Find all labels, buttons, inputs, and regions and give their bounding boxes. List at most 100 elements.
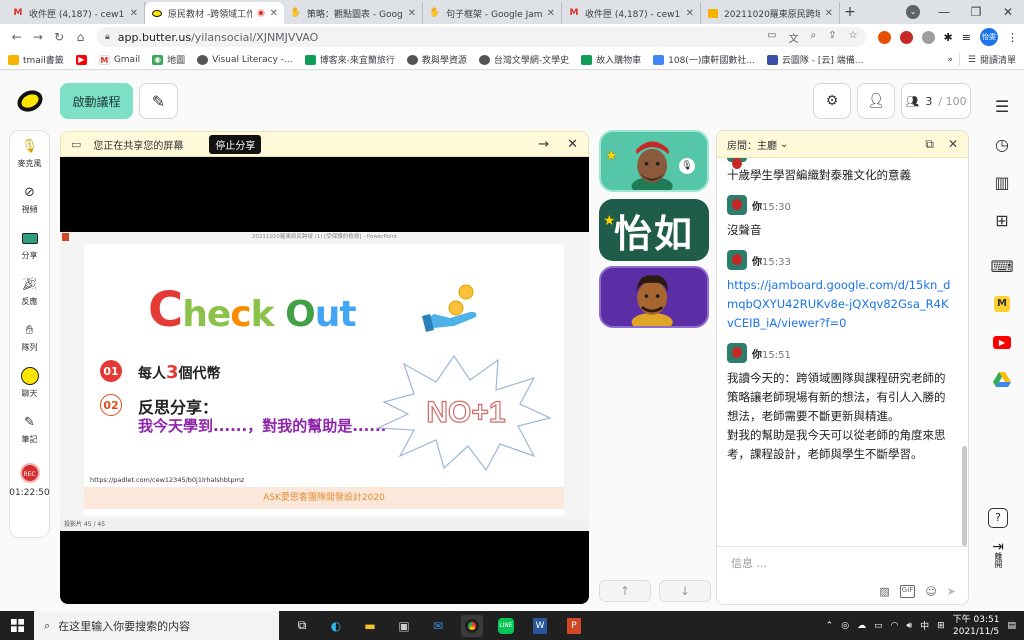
video-button[interactable]: ⊘ 視頻 <box>21 183 39 229</box>
close-icon[interactable]: ✕ <box>567 137 578 152</box>
mail-icon[interactable]: ✉ <box>427 615 449 637</box>
bookmark-item[interactable]: ◉ 地圖 <box>152 53 185 66</box>
room-selector[interactable]: 房間：主廳 <box>727 137 777 152</box>
close-icon[interactable]: ✕ <box>270 8 278 19</box>
bookmark-item[interactable]: M Gmail <box>98 54 140 65</box>
chrome-menu-icon[interactable]: ⋮ <box>1007 31 1018 44</box>
close-icon[interactable]: ✕ <box>130 8 138 19</box>
participant-name-tile[interactable]: ★ 怡如 <box>599 199 709 261</box>
agenda-list-icon[interactable]: ☰ <box>995 87 1009 125</box>
close-icon[interactable]: ✕ <box>825 8 833 19</box>
browser-tab-active[interactable]: 原民教材 -跨領域工作 ✕ <box>145 2 284 24</box>
add-user-icon[interactable]: 👤︎ <box>857 83 895 119</box>
reading-list-icon[interactable]: ≡ <box>962 31 971 44</box>
notifications-icon[interactable]: ▤ <box>1007 621 1016 631</box>
cloud-icon[interactable]: ☁ <box>857 621 866 631</box>
bookmark-item[interactable]: 108(一)康軒國數社... <box>653 53 755 66</box>
close-icon[interactable]: ✕ <box>948 137 958 152</box>
bookmarks-overflow-icon[interactable]: » <box>947 55 953 65</box>
chat-input[interactable]: 信息 ... ▨ GIF ☺ ➤ <box>717 546 968 604</box>
ime-indicator[interactable]: 中 <box>920 619 929 632</box>
bookmark-item[interactable]: 云圖隊 - [云] 端備... <box>766 53 863 66</box>
extension-icon[interactable] <box>899 30 913 44</box>
settings-gear-icon[interactable]: ⚙ <box>813 83 851 119</box>
back-icon[interactable]: ← <box>6 30 27 44</box>
close-window-icon[interactable]: ✕ <box>992 5 1024 19</box>
home-icon[interactable]: ⌂ <box>70 30 91 44</box>
zoom-icon[interactable]: ⌕ <box>811 30 817 45</box>
browser-tab[interactable]: M 收件匣 (4,187) - cew12... ✕ <box>562 2 701 24</box>
bookmark-item[interactable]: 台灣文學網-文學史 <box>478 53 569 66</box>
task-view-icon[interactable]: ⧉ <box>291 615 313 637</box>
bookmark-item[interactable]: tmail書籤 <box>8 53 64 66</box>
bookmark-item[interactable]: 教與學資源 <box>406 53 467 66</box>
close-icon[interactable]: ✕ <box>547 8 555 19</box>
miro-icon[interactable]: M <box>994 285 1010 323</box>
reading-list-button[interactable]: ☰ 閱讀清單 <box>958 53 1016 66</box>
butter-logo-icon[interactable] <box>13 86 47 116</box>
notes-button[interactable]: ✎ 筆記 <box>21 413 39 459</box>
arrow-down-icon[interactable]: ↓ <box>659 580 711 602</box>
gif-icon[interactable]: GIF <box>899 585 916 598</box>
bookmark-item[interactable]: ▶ <box>75 54 87 65</box>
google-drive-icon[interactable] <box>993 361 1011 399</box>
close-icon[interactable]: ✕ <box>686 8 694 19</box>
help-icon[interactable]: ? <box>988 508 1008 528</box>
wifi-icon[interactable]: ◠ <box>891 621 899 631</box>
bookmark-item[interactable]: Visual Literacy -... <box>197 54 293 65</box>
forward-icon[interactable]: → <box>27 30 48 44</box>
edge-icon[interactable]: ◐ <box>325 615 347 637</box>
line-icon[interactable]: LINE <box>495 615 517 637</box>
bookmark-star-icon[interactable]: ☆ <box>849 30 858 45</box>
record-button[interactable]: REC 01:22:50 <box>9 463 50 509</box>
browser-tab[interactable]: 20211020羅東原民跨域 ✕ <box>701 2 840 24</box>
poll-chart-icon[interactable]: ▥ <box>994 163 1009 201</box>
emoji-icon[interactable]: ☺ <box>925 585 936 598</box>
screen-cast-icon[interactable]: ▭ <box>767 30 776 45</box>
chrome-icon[interactable] <box>461 614 483 637</box>
taskbar-search[interactable]: ⌕ 在这里输入你要搜索的内容 <box>34 611 279 640</box>
extension-icon[interactable] <box>921 30 935 44</box>
start-agenda-button[interactable]: 啟動議程 <box>60 83 133 119</box>
address-bar[interactable]: 🔒︎ app.butter.us/yilansocial/XJNMJVVAO ▭… <box>97 27 866 47</box>
word-icon[interactable]: W <box>529 615 551 637</box>
send-icon[interactable]: ➤ <box>947 585 956 598</box>
share-button[interactable]: 分享 <box>21 229 39 275</box>
share-icon[interactable]: ⇪ <box>828 30 836 45</box>
participant-avatar[interactable] <box>599 266 709 328</box>
reaction-button[interactable]: 🎉︎ 反應 <box>21 275 39 321</box>
image-icon[interactable]: ▨ <box>879 585 889 598</box>
file-explorer-icon[interactable]: ▬ <box>359 615 381 637</box>
tray-chevron-icon[interactable]: ⌃ <box>826 621 834 631</box>
translate-icon[interactable]: 文 <box>789 30 799 45</box>
chevron-down-icon[interactable]: ⌄ <box>780 139 788 150</box>
tray-app-icon[interactable]: ◎ <box>841 621 849 631</box>
windows-start-icon[interactable] <box>0 619 34 632</box>
arrow-up-icon[interactable]: ↑ <box>599 580 651 602</box>
system-clock[interactable]: 下午 03:51 2021/11/5 <box>953 614 1000 638</box>
apps-grid-icon[interactable]: ⊞ <box>995 201 1008 239</box>
powerpoint-icon[interactable]: P <box>563 615 585 637</box>
queue-button[interactable]: ✋︎ 隊列 <box>21 321 39 367</box>
bookmark-item[interactable]: 博客來-來宜蘭旅行 <box>304 53 395 66</box>
browser-tab[interactable]: ✋ 句子框架 - Google Jam ✕ <box>423 2 562 24</box>
youtube-icon[interactable]: ▶ <box>993 323 1011 361</box>
bookmark-item[interactable]: 故入購物車 <box>581 53 641 66</box>
battery-icon[interactable]: ▭ <box>874 621 883 631</box>
reload-icon[interactable]: ↻ <box>49 30 70 44</box>
store-icon[interactable]: ▣ <box>393 615 415 637</box>
participant-avatar[interactable]: ★ 🎙︎ <box>599 130 709 192</box>
arrow-right-icon[interactable]: → <box>538 137 549 152</box>
profile-avatar[interactable]: 怡雯 <box>979 28 998 46</box>
padlet-url[interactable]: https://padlet.com/cew12345/b0j1lrhalshb… <box>90 476 244 484</box>
extension-icon[interactable] <box>877 30 891 44</box>
restore-icon[interactable]: ❐ <box>960 5 992 19</box>
edit-pencil-icon[interactable]: ✎ <box>139 83 178 119</box>
whiteboard-icon[interactable]: ⌨ <box>990 247 1013 285</box>
leave-button[interactable]: ⇥ 離開 <box>992 540 1004 568</box>
stop-sharing-button[interactable]: 停止分享 <box>209 134 262 154</box>
new-tab-button[interactable]: + <box>840 2 860 24</box>
chat-scrollbar[interactable] <box>962 446 967 546</box>
participants-button[interactable]: 👥︎ 3 / 100 <box>901 83 971 119</box>
tab-search-icon[interactable]: ⌄ <box>906 5 920 19</box>
